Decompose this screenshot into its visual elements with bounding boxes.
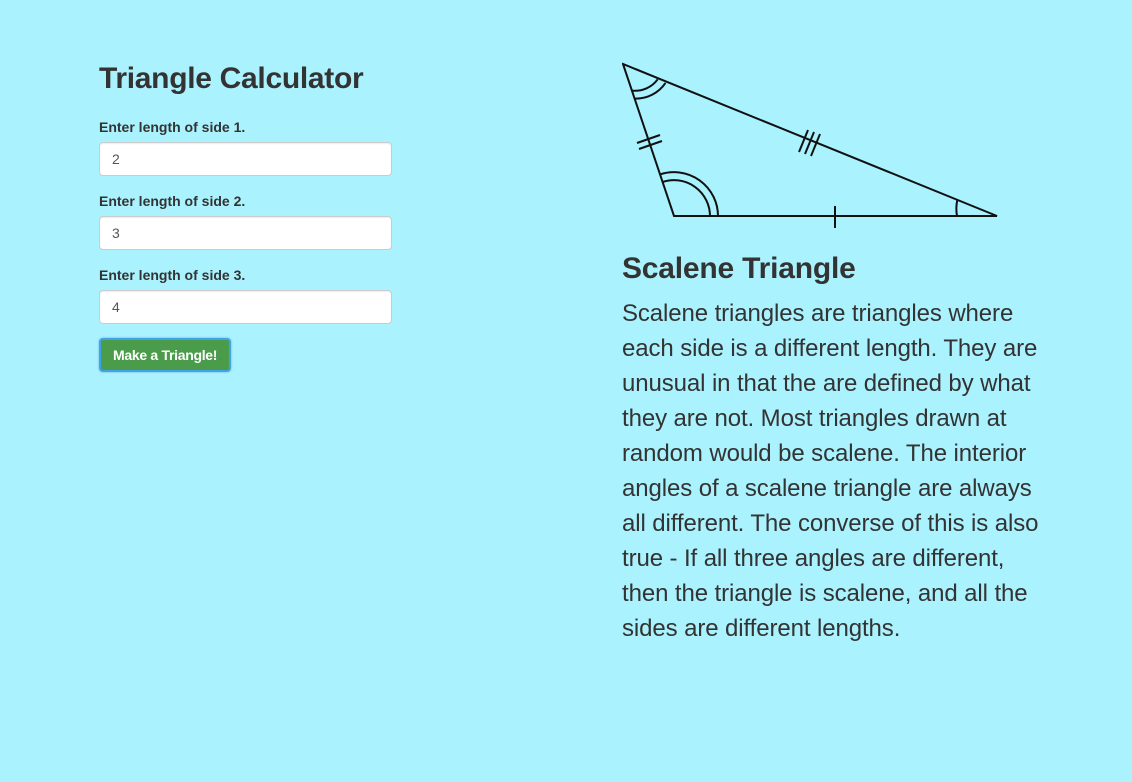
- side-3-label: Enter length of side 3.: [99, 267, 246, 283]
- side-1-label: Enter length of side 1.: [99, 119, 246, 135]
- page-title: Triangle Calculator: [99, 62, 364, 95]
- top-angle-arc-inner: [631, 78, 659, 92]
- calculator-panel: Triangle Calculator Enter length of side…: [99, 60, 393, 372]
- result-panel: Scalene Triangle Scalene triangles are t…: [622, 58, 1042, 646]
- right-angle-arc: [955, 199, 959, 217]
- side-2-label: Enter length of side 2.: [99, 193, 246, 209]
- side-1-input[interactable]: [99, 142, 392, 176]
- result-heading: Scalene Triangle: [622, 252, 856, 285]
- make-triangle-button[interactable]: Make a Triangle!: [99, 338, 232, 372]
- side-3-input[interactable]: [99, 290, 392, 324]
- result-description: Scalene triangles are triangles where ea…: [622, 300, 1039, 642]
- left-angle-arc-inner: [662, 179, 711, 217]
- side-2-input[interactable]: [99, 216, 392, 250]
- scalene-triangle-diagram: [622, 62, 998, 228]
